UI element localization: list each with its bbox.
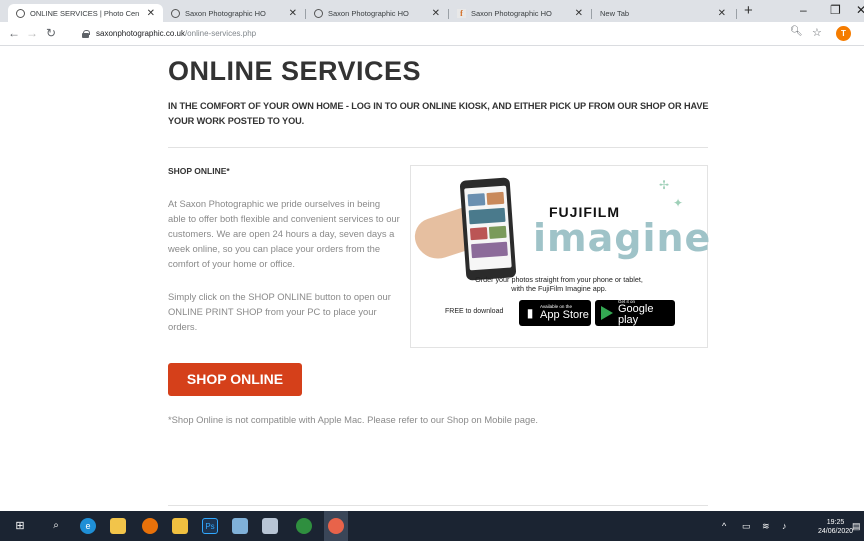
google-play-big-text: Google play [618,303,654,327]
address-bar[interactable]: saxonphotographic.co.uk /online-services… [82,25,822,42]
site-favicon-icon [171,8,180,18]
tab-saxon-1[interactable]: Saxon Photographic HO ✕ [163,4,305,22]
volume-icon[interactable]: ♪ [782,521,787,531]
tab-title: Saxon Photographic HO [185,8,266,18]
tab-title: New Tab [600,8,630,18]
notepad-icon[interactable] [262,518,278,534]
star-icon[interactable]: ☆ [812,26,822,39]
tab-strip: ONLINE SERVICES | Photo Cen ✕ Saxon Phot… [0,0,864,22]
file-explorer-icon[interactable] [110,518,126,534]
butterfly-icon: ✢ [659,178,670,192]
app-icon[interactable] [296,518,312,534]
divider [168,147,708,148]
tab-title: Saxon Photographic HO [328,8,409,18]
zoom-icon[interactable]: 🔍︎ [790,26,803,37]
windows-taskbar: ⊞ ⌕ e Ps ^ ▭ ≋ ♪ 19:25 24/06/2020 ▤ [0,511,864,541]
minimize-icon[interactable]: – [800,3,807,17]
reload-icon[interactable]: ↻ [46,26,56,40]
tab-title: Saxon Photographic HO [471,8,552,18]
search-icon[interactable]: ⌕ [48,518,64,534]
system-clock[interactable]: 19:25 24/06/2020 [818,518,853,536]
tab-saxon-3[interactable]: f Saxon Photographic HO ✕ [449,4,591,22]
browser-toolbar: ← → ↻ saxonphotographic.co.uk /online-se… [0,22,864,46]
back-icon[interactable]: ← [8,26,20,40]
tab-title: ONLINE SERVICES | Photo Cen [30,8,140,18]
intro-paragraph: At Saxon Photographic we pride ourselves… [168,198,400,269]
profile-avatar[interactable]: T [836,26,851,41]
butterfly-icon: ✦ [673,196,684,210]
firefox-icon[interactable] [142,518,158,534]
wifi-icon[interactable]: ≋ [762,521,770,532]
app-store-button[interactable]: ▮ Available on the App Store [519,300,591,326]
google-play-button[interactable]: Get it on Google play [595,299,675,327]
shop-online-button[interactable]: SHOP ONLINE [168,363,302,396]
tab-divider [736,9,737,19]
close-icon[interactable]: ✕ [289,8,297,19]
close-icon[interactable]: ✕ [718,8,726,19]
fujifilm-favicon-icon: f [457,8,466,18]
ad-text-line1: Order your photos straight from your pho… [475,275,643,284]
page-subtitle: IN THE COMFORT OF YOUR OWN HOME - LOG IN… [168,101,709,126]
imagine-logo: imagine [533,216,712,260]
photoshop-icon[interactable]: Ps [202,518,218,534]
ad-text-line2: with the FujiFilm Imagine app. [511,284,607,293]
edge-icon[interactable]: e [80,518,96,534]
clock-date: 24/06/2020 [818,528,854,535]
apple-icon: ▮ [526,306,534,320]
notifications-icon[interactable]: ▤ [852,521,861,532]
instructions-paragraph: Simply click on the SHOP ONLINE button t… [168,291,391,332]
photos-icon[interactable] [232,518,248,534]
page-title: ONLINE SERVICES [168,56,422,86]
windows-start-icon[interactable]: ⊞ [12,518,28,534]
section-heading: SHOP ONLINE* [168,166,230,176]
clock-time: 19:25 [826,519,845,526]
tab-saxon-2[interactable]: Saxon Photographic HO ✕ [306,4,448,22]
app-store-big-text: App Store [540,308,589,321]
lock-icon [82,29,90,38]
battery-icon[interactable]: ▭ [742,521,751,532]
store-icon[interactable] [172,518,188,534]
close-icon[interactable]: ✕ [575,8,583,19]
chrome-taskbar-button[interactable] [324,511,348,541]
divider [168,505,708,506]
site-favicon-icon [16,8,25,18]
disclaimer-text: *Shop Online is not compatible with Appl… [168,414,539,425]
tab-online-services[interactable]: ONLINE SERVICES | Photo Cen ✕ [8,4,163,22]
fujifilm-imagine-banner[interactable]: FUJIFILM imagine ✢ ✦ Order your photos s… [410,165,712,348]
free-download-label: FREE to download [445,308,504,315]
close-window-icon[interactable]: ✕ [856,3,864,17]
url-path: /online-services.php [184,29,257,38]
chevron-up-icon[interactable]: ^ [722,521,726,531]
site-favicon-icon [314,8,323,18]
maximize-icon[interactable]: ❐ [830,3,841,17]
phone-image [459,177,517,281]
url-host: saxonphotographic.co.uk [96,29,185,38]
close-icon[interactable]: ✕ [432,8,440,19]
tab-new-tab[interactable]: New Tab ✕ [592,4,734,22]
forward-icon[interactable]: → [26,26,38,40]
new-tab-button[interactable]: + [744,3,753,19]
close-icon[interactable]: ✕ [147,8,155,19]
google-play-icon [601,306,613,320]
